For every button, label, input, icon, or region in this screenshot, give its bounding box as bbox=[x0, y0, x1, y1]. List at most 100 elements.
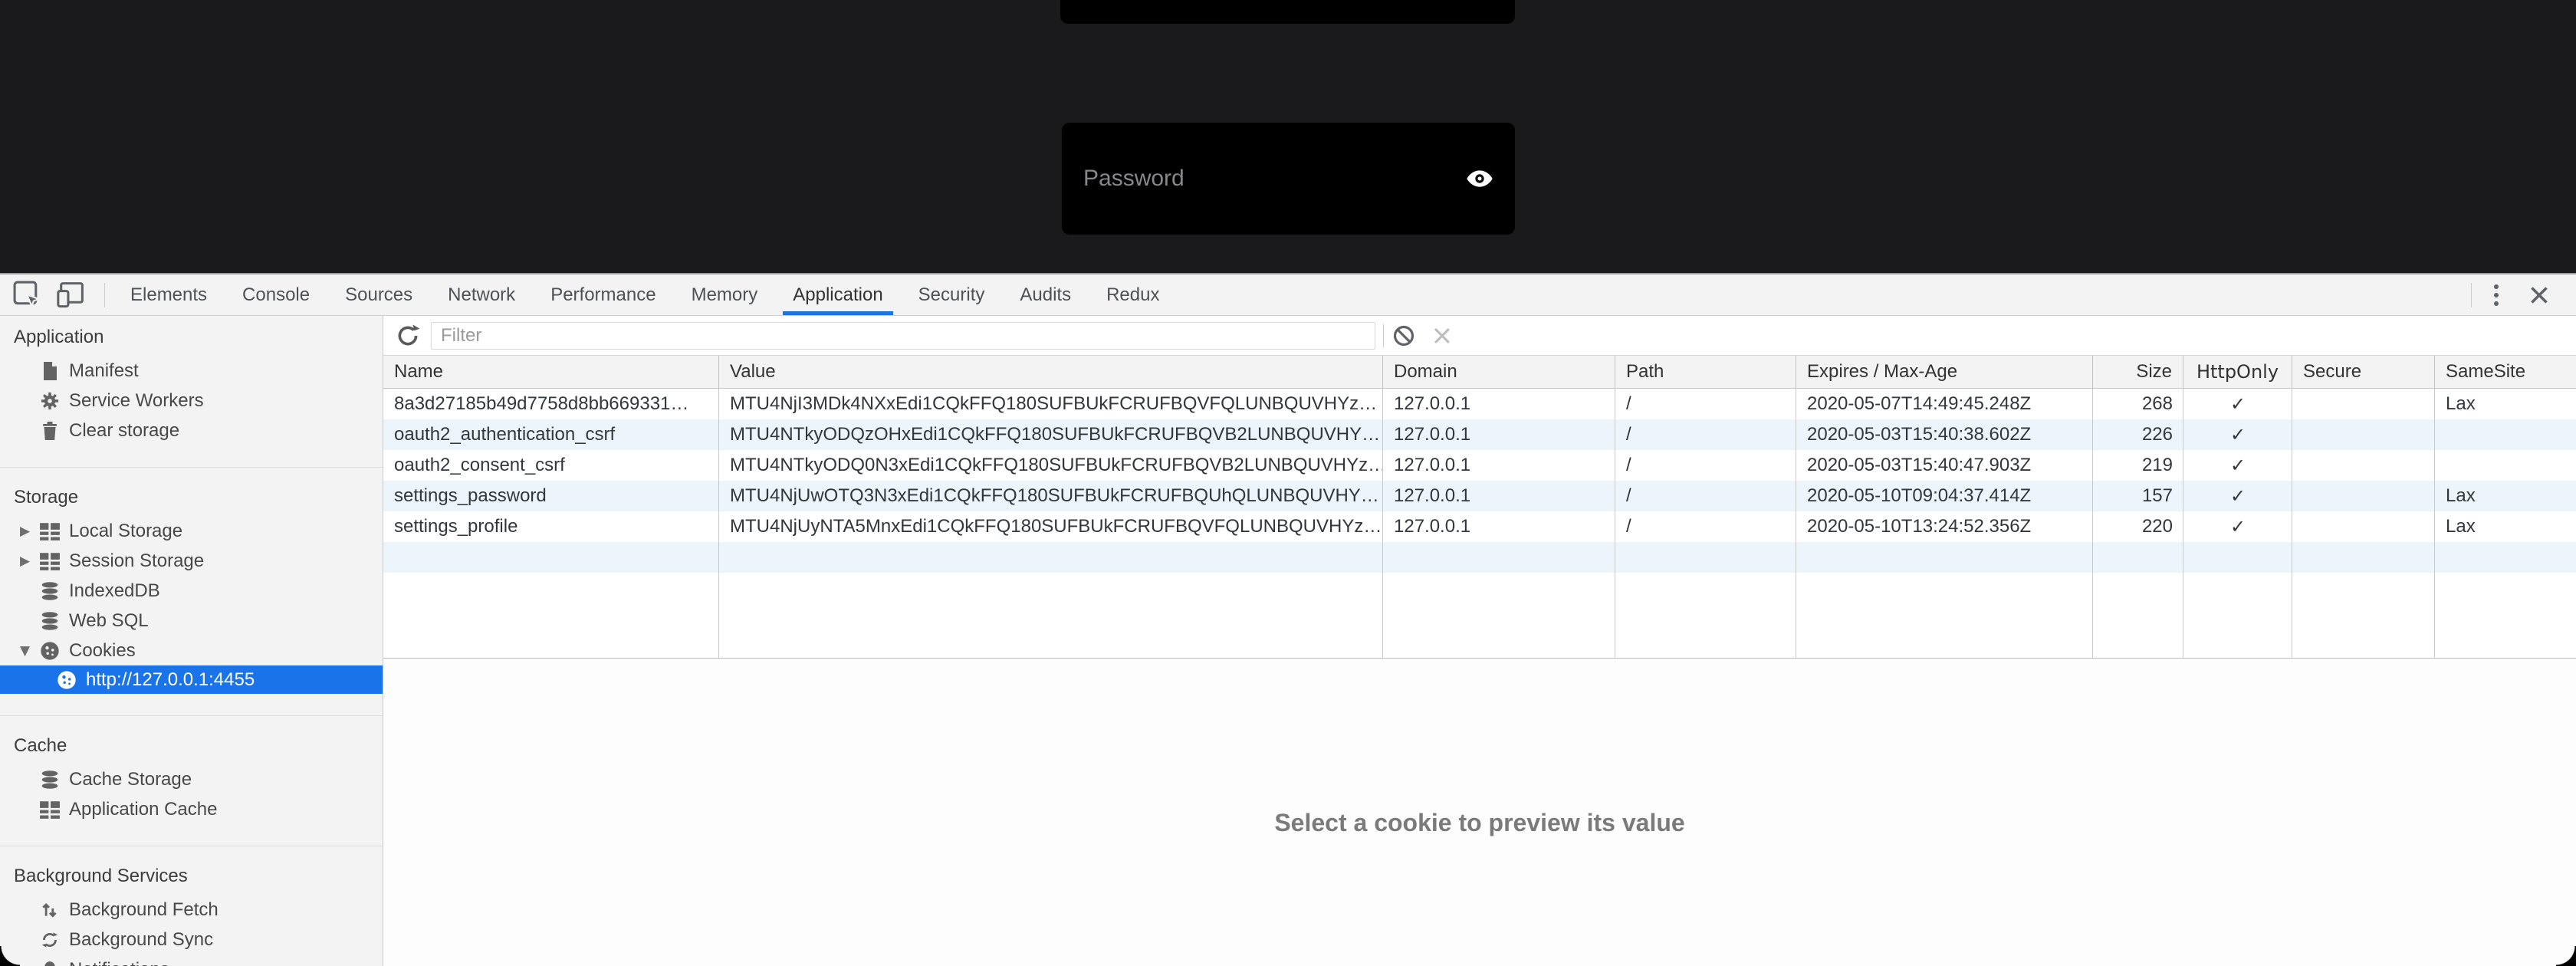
tab-memory[interactable]: Memory bbox=[674, 274, 776, 315]
email-field-cutoff[interactable] bbox=[1060, 0, 1515, 24]
cell-name: oauth2_authentication_csrf bbox=[383, 419, 719, 450]
column-header-name[interactable]: Name bbox=[383, 356, 719, 388]
column-header-domain[interactable]: Domain bbox=[1383, 356, 1615, 388]
cell-value: MTU4NjUwOTQ3N3xEdi1CQkFFQ180SUFBUkFCRUFB… bbox=[719, 481, 1383, 511]
column-header-value[interactable]: Value bbox=[719, 356, 1383, 388]
cell-size: 219 bbox=[2093, 450, 2183, 481]
sidebar-item-label: Application Cache bbox=[69, 799, 217, 820]
cookie-table-body: 8a3d27185b49d7758d8bb669331… MTU4NjI3MDk… bbox=[383, 389, 2576, 659]
kebab-menu-icon[interactable] bbox=[2479, 278, 2513, 312]
delete-selected-icon[interactable] bbox=[1428, 322, 1456, 350]
section-title: Application bbox=[0, 322, 383, 353]
preview-placeholder-message: Select a cookie to preview its value bbox=[383, 809, 2576, 837]
tab-audits[interactable]: Audits bbox=[1002, 274, 1089, 315]
cookie-row[interactable]: oauth2_consent_csrf MTU4NTkyODQ0N3xEdi1C… bbox=[383, 450, 2576, 481]
sidebar-item-indexeddb[interactable]: IndexedDB bbox=[0, 576, 383, 606]
cell-expires: 2020-05-07T14:49:45.248Z bbox=[1796, 389, 2093, 419]
sidebar-item-background-fetch[interactable]: Background Fetch bbox=[0, 895, 383, 925]
cell-value: MTU4NTkyODQ0N3xEdi1CQkFFQ180SUFBUkFCRUFB… bbox=[719, 450, 1383, 481]
cell-samesite bbox=[2435, 419, 2576, 450]
sidebar-item-application-cache[interactable]: Application Cache bbox=[0, 794, 383, 824]
clear-all-cookies-icon[interactable] bbox=[1390, 322, 1418, 350]
tab-console[interactable]: Console bbox=[225, 274, 327, 315]
cookie-row[interactable]: settings_password MTU4NjUwOTQ3N3xEdi1CQk… bbox=[383, 481, 2576, 511]
filter-input[interactable] bbox=[431, 322, 1375, 350]
devtools-panel: Elements Console Sources Network Perform… bbox=[0, 273, 2576, 966]
cookies-toolbar bbox=[383, 316, 2576, 356]
sidebar-item-service-workers[interactable]: Service Workers bbox=[0, 386, 383, 416]
sidebar-item-manifest[interactable]: Manifest bbox=[0, 356, 383, 386]
tabbar-divider bbox=[104, 283, 105, 307]
twisty-expanded-icon[interactable]: ▼ bbox=[20, 643, 38, 659]
tab-elements[interactable]: Elements bbox=[113, 274, 225, 315]
sidebar-item-cache-storage[interactable]: Cache Storage bbox=[0, 764, 383, 794]
tab-redux[interactable]: Redux bbox=[1089, 274, 1177, 315]
cell-value: MTU4NTkyODQzOHxEdi1CQkFFQ180SUFBUkFCRUFB… bbox=[719, 419, 1383, 450]
cookie-table-header: Name Value Domain Path Expires / Max-Age… bbox=[383, 356, 2576, 389]
cookie-row[interactable]: oauth2_authentication_csrf MTU4NTkyODQzO… bbox=[383, 419, 2576, 450]
password-input[interactable] bbox=[1082, 165, 1464, 192]
tab-application[interactable]: Application bbox=[775, 274, 900, 315]
column-header-expires[interactable]: Expires / Max-Age bbox=[1796, 356, 2093, 388]
sidebar-item-cookies[interactable]: ▼ Cookies bbox=[0, 636, 383, 665]
sidebar-item-label: Background Fetch bbox=[69, 899, 219, 921]
twisty-collapsed-icon[interactable]: ▶ bbox=[20, 524, 38, 539]
column-header-size[interactable]: Size bbox=[2093, 356, 2183, 388]
sidebar-item-cookie-origin-selected[interactable]: http://127.0.0.1:4455 bbox=[0, 665, 383, 694]
database-icon bbox=[38, 768, 61, 791]
cell-samesite: Lax bbox=[2435, 481, 2576, 511]
refresh-icon[interactable] bbox=[394, 322, 422, 350]
sidebar-section-storage: Storage ▶ Local Storage bbox=[0, 468, 383, 716]
cookie-row[interactable]: settings_profile MTU4NjUyNTA5MnxEdi1CQkF… bbox=[383, 511, 2576, 542]
cell-httponly: ✓ bbox=[2183, 511, 2292, 542]
inspect-element-icon[interactable] bbox=[11, 278, 44, 312]
sidebar-item-session-storage[interactable]: ▶ Session Storage bbox=[0, 546, 383, 576]
column-header-path[interactable]: Path bbox=[1615, 356, 1796, 388]
cell-secure bbox=[2292, 481, 2435, 511]
cell-name: settings_password bbox=[383, 481, 719, 511]
twisty-collapsed-icon[interactable]: ▶ bbox=[20, 554, 38, 569]
cell-expires: 2020-05-03T15:40:47.903Z bbox=[1796, 450, 2093, 481]
cell-path: / bbox=[1615, 389, 1796, 419]
empty-row bbox=[383, 542, 2576, 573]
cookie-row[interactable]: 8a3d27185b49d7758d8bb669331… MTU4NjI3MDk… bbox=[383, 389, 2576, 419]
cell-secure bbox=[2292, 511, 2435, 542]
tab-performance[interactable]: Performance bbox=[533, 274, 673, 315]
cell-expires: 2020-05-10T13:24:52.356Z bbox=[1796, 511, 2093, 542]
sidebar-item-local-storage[interactable]: ▶ Local Storage bbox=[0, 516, 383, 546]
sidebar-item-label: Cache Storage bbox=[69, 769, 192, 790]
sidebar-item-web-sql[interactable]: Web SQL bbox=[0, 606, 383, 636]
column-header-secure[interactable]: Secure bbox=[2292, 356, 2435, 388]
sidebar-item-label: Cookies bbox=[69, 640, 136, 662]
cell-expires: 2020-05-10T09:04:37.414Z bbox=[1796, 481, 2093, 511]
cell-name: settings_profile bbox=[383, 511, 719, 542]
sidebar-item-notifications[interactable]: Notifications bbox=[0, 955, 383, 966]
cell-size: 268 bbox=[2093, 389, 2183, 419]
cell-size: 157 bbox=[2093, 481, 2183, 511]
section-title: Storage bbox=[0, 482, 383, 513]
column-header-httponly[interactable]: HttpOnly bbox=[2183, 356, 2292, 388]
database-icon bbox=[38, 580, 61, 603]
sync-icon bbox=[38, 928, 61, 951]
cell-domain: 127.0.0.1 bbox=[1383, 389, 1615, 419]
device-toolbar-icon[interactable] bbox=[54, 278, 87, 312]
toolbar-divider bbox=[1383, 324, 1384, 347]
tab-sources[interactable]: Sources bbox=[327, 274, 430, 315]
cell-samesite: Lax bbox=[2435, 511, 2576, 542]
cell-domain: 127.0.0.1 bbox=[1383, 450, 1615, 481]
show-password-eye-icon[interactable] bbox=[1464, 163, 1495, 194]
cell-size: 220 bbox=[2093, 511, 2183, 542]
section-title: Background Services bbox=[0, 861, 383, 892]
column-header-samesite[interactable]: SameSite bbox=[2435, 356, 2576, 388]
sidebar-item-background-sync[interactable]: Background Sync bbox=[0, 925, 383, 955]
tabbar-divider bbox=[2471, 283, 2472, 307]
sidebar-item-label: Background Sync bbox=[69, 929, 213, 951]
cell-path: / bbox=[1615, 511, 1796, 542]
sidebar-item-clear-storage[interactable]: Clear storage bbox=[0, 416, 383, 445]
tab-security[interactable]: Security bbox=[901, 274, 1003, 315]
sidebar-item-label: Manifest bbox=[69, 360, 139, 382]
application-sidebar: Application Manifest bbox=[0, 316, 383, 966]
tab-network[interactable]: Network bbox=[430, 274, 533, 315]
cell-httponly: ✓ bbox=[2183, 481, 2292, 511]
close-devtools-icon[interactable] bbox=[2522, 278, 2556, 312]
